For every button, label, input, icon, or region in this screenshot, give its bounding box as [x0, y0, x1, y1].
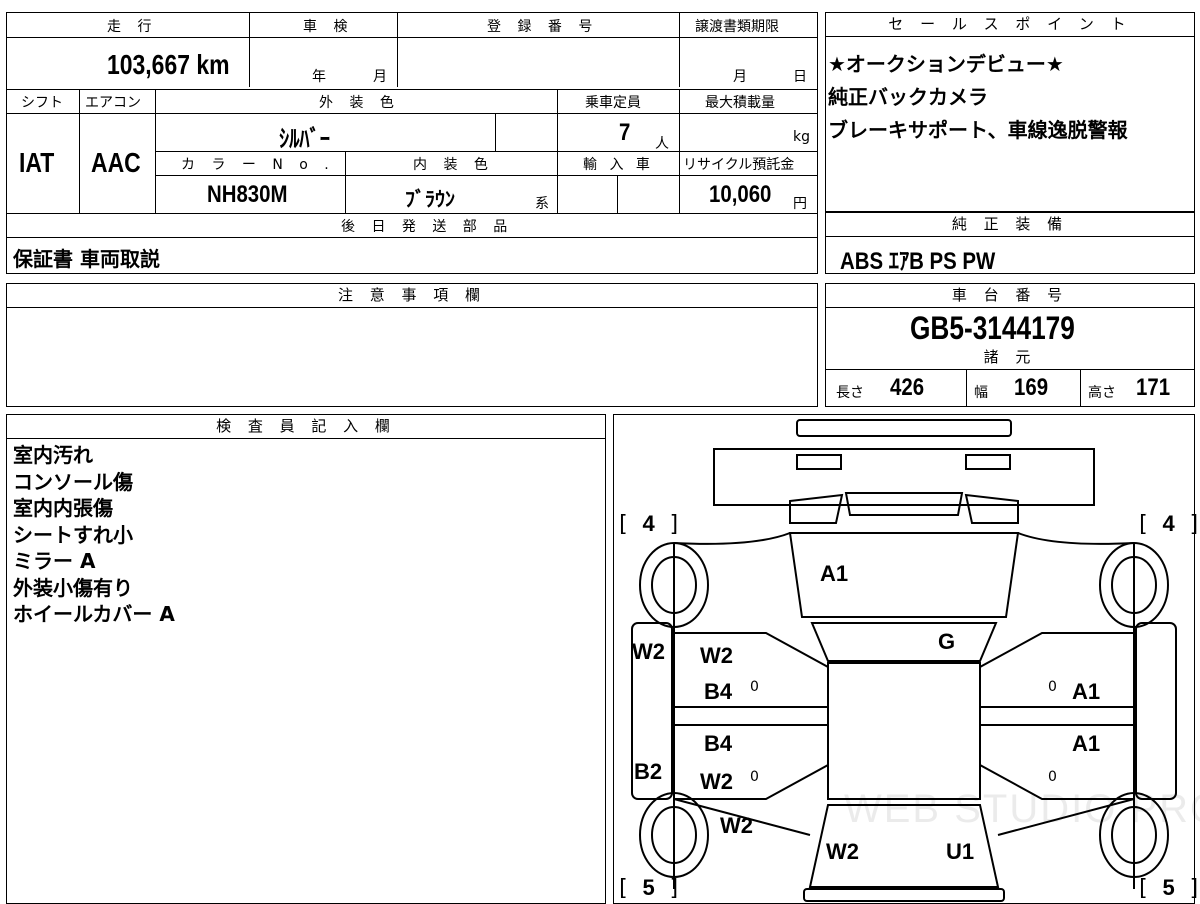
genuine-equipment-box: 純 正 装 備 ABS ｴｱB PS PW: [825, 212, 1195, 275]
aircon-header: エアコン: [85, 95, 141, 111]
inspector-header: 検 査 員 記 入 欄: [7, 415, 605, 439]
chassis-box: 車 台 番 号 GB5-3144179 諸 元 長さ 426 幅 169 高さ …: [825, 283, 1195, 407]
aircon-value: AAC: [91, 147, 141, 178]
inspector-line: ミラー A: [13, 549, 96, 573]
length-label: 長さ: [836, 385, 864, 401]
color-no-header: カ ラ ー N o .: [181, 157, 335, 173]
zero-mark: 0: [1048, 769, 1057, 785]
mark-right-rear-door: A1: [1072, 731, 1101, 756]
mileage-value: 103,667 km: [107, 49, 230, 80]
inspector-box: 検 査 員 記 入 欄 室内汚れ コンソール傷 室内内張傷 シートすれ小 ミラー…: [6, 414, 606, 904]
inspection-year-unit: 年: [312, 69, 326, 85]
inspector-line: 外装小傷有り: [13, 575, 133, 600]
interior-color-header: 内 装 色: [413, 157, 494, 173]
exterior-color-header: 外 装 色: [319, 95, 400, 111]
width-value: 169: [1014, 374, 1049, 401]
zero-mark: 0: [750, 769, 759, 785]
inspector-line: シートすれ小: [13, 522, 133, 547]
watermark: WEB STUDIO PRO: [844, 787, 1200, 831]
inspector-line: 室内汚れ: [13, 443, 93, 467]
inspector-line: ホイールカバー A: [13, 602, 175, 626]
import-header: 輸 入 車: [583, 157, 654, 173]
registration-header: 登 録 番 号: [487, 19, 599, 35]
zero-mark: 0: [1048, 679, 1057, 695]
later-parts-value: 保証書 車両取説: [13, 247, 160, 271]
interior-color-value: ﾌﾞﾗｳﾝ: [405, 187, 455, 211]
mark-left-front-door-top: W2: [700, 643, 733, 668]
mark-left-rocker: B2: [634, 759, 663, 784]
inspector-line: 室内内張傷: [13, 496, 113, 520]
length-value: 426: [890, 374, 925, 401]
mark-left-rear-door-top: B4: [704, 731, 733, 756]
recycle-unit: 円: [793, 196, 807, 212]
mark-right-front-door: A1: [1072, 679, 1101, 704]
genuine-equipment-value: ABS ｴｱB PS PW: [840, 248, 996, 275]
mark-rear-right: U1: [946, 839, 975, 864]
mark-left-front-door-bottom: B4: [704, 679, 733, 704]
mark-windshield: G: [938, 629, 956, 654]
mileage-header: 走 行: [107, 19, 158, 35]
later-parts-header: 後 日 発 送 部 品: [341, 219, 514, 235]
shift-value: IAT: [19, 147, 55, 178]
zero-mark: 0: [750, 679, 759, 695]
inspection-month-unit: 月: [373, 69, 387, 85]
chassis-number: GB5-3144179: [910, 310, 1075, 346]
inspector-line: コンソール傷: [13, 469, 133, 494]
max-load-unit: kg: [793, 129, 810, 145]
tire-front-left: [ 4 ]: [616, 511, 682, 537]
exterior-color-value: ｼﾙﾊﾞｰ: [279, 126, 330, 153]
inspection-header: 車 検: [303, 19, 354, 35]
inspector-notes: 室内汚れ コンソール傷 室内内張傷 シートすれ小 ミラー A 外装小傷有り ホイ…: [13, 442, 175, 628]
recycle-header: リサイクル預託金: [683, 157, 795, 173]
color-no-value: NH830M: [207, 181, 288, 208]
specs-header: 諸 元: [826, 346, 1194, 370]
sales-point-line-3: ブレーキサポート、車線逸脱警報: [828, 118, 1128, 142]
sales-point-box: セ ー ル ス ポ イ ン ト ★オークションデビュー★ 純正バックカメラ ブレ…: [825, 12, 1195, 212]
capacity-unit: 人: [655, 136, 669, 152]
mark-left-rear-door-bottom: W2: [700, 769, 733, 794]
transfer-deadline-header: 譲渡書類期限: [695, 19, 779, 35]
sales-point-header: セ ー ル ス ポ イ ン ト: [826, 13, 1194, 37]
height-value: 171: [1136, 374, 1171, 401]
vehicle-diagram: WEB STUDIO PRO [ 4 ] [ 4 ] [ 5 ] [ 5 ] A…: [613, 414, 1200, 904]
width-label: 幅: [974, 385, 988, 401]
chassis-header: 車 台 番 号: [826, 284, 1194, 308]
mark-left-fender: W2: [632, 639, 665, 664]
main-info-table: 走 行 車 検 登 録 番 号 譲渡書類期限 103,667 km 年 月 月 …: [6, 12, 818, 274]
height-label: 高さ: [1088, 385, 1116, 401]
mark-rear-left: W2: [826, 839, 859, 864]
mark-hood: A1: [820, 561, 849, 586]
capacity-header: 乗車定員: [585, 95, 641, 111]
recycle-value: 10,060: [709, 181, 772, 208]
genuine-equipment-header: 純 正 装 備: [826, 213, 1194, 237]
tire-front-right: [ 4 ]: [1136, 511, 1200, 537]
mark-left-rear-quarter: W2: [720, 813, 753, 838]
sales-point-line-1: ★オークションデビュー★: [828, 52, 1064, 76]
transfer-day-unit: 日: [793, 69, 807, 85]
tire-rear-right: [ 5 ]: [1136, 875, 1200, 901]
sales-point-line-2: 純正バックカメラ: [828, 85, 988, 109]
max-load-header: 最大積載量: [705, 95, 775, 111]
tire-rear-left: [ 5 ]: [616, 875, 682, 901]
capacity-value: 7: [619, 119, 631, 146]
transfer-month-unit: 月: [733, 69, 747, 85]
notes-box: 注 意 事 項 欄: [6, 283, 818, 407]
interior-color-suffix: 系: [535, 196, 549, 212]
notes-header: 注 意 事 項 欄: [7, 284, 817, 308]
shift-header: シフト: [21, 95, 63, 111]
